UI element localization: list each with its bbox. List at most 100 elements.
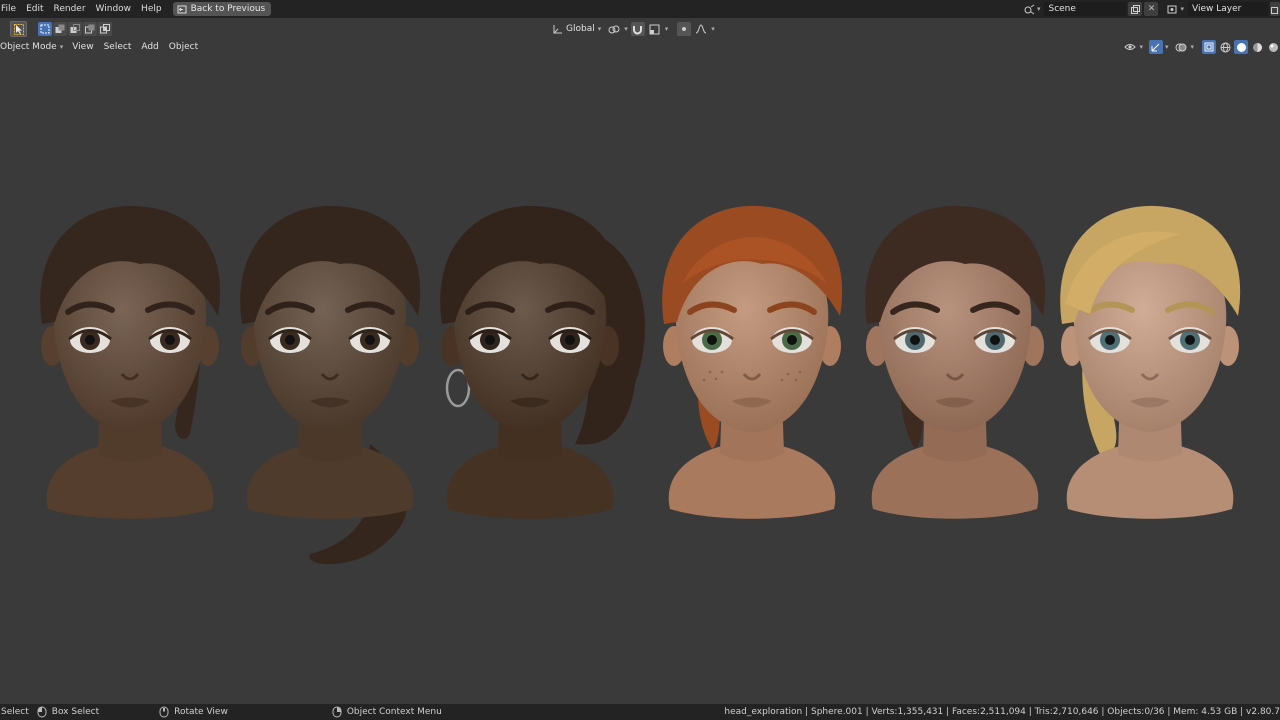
- select-subtract-icon: [70, 24, 80, 33]
- pivot-point-button[interactable]: [607, 22, 621, 36]
- menu-render[interactable]: Render: [49, 0, 91, 18]
- viewport-menu-add[interactable]: Add: [136, 42, 163, 52]
- xray-toggle-button[interactable]: [1202, 40, 1216, 54]
- right-pupil: [365, 335, 375, 345]
- subtract-selection-button[interactable]: [68, 22, 82, 36]
- head-2: [240, 205, 421, 565]
- status-box-select-label: Box Select: [51, 707, 100, 717]
- copy-icon: [1130, 4, 1140, 14]
- freckle: [780, 378, 784, 382]
- head-3: [440, 205, 645, 519]
- viewport-menu-view[interactable]: View: [67, 42, 98, 52]
- freckle: [798, 370, 802, 374]
- mode-label: Object Mode: [0, 42, 57, 52]
- magnet-icon: [633, 25, 643, 34]
- right-pupil: [990, 335, 1000, 345]
- snap-increment-icon: [649, 24, 660, 34]
- snap-toggle-button[interactable]: [630, 22, 645, 36]
- viewport-menu-select[interactable]: Select: [99, 42, 137, 52]
- wireframe-shading-button[interactable]: [1218, 40, 1232, 54]
- mouse-right-icon: [332, 706, 342, 718]
- menu-file[interactable]: File: [0, 0, 21, 18]
- object-mode-dropdown[interactable]: Object Mode ▾: [0, 42, 67, 52]
- cursor-arrow-icon: [13, 23, 24, 35]
- difference-selection-button[interactable]: [83, 22, 97, 36]
- status-bar: Select Box Select Rotate View Object Con…: [0, 704, 1280, 720]
- scene-statistics: head_exploration | Sphere.001 | Verts:1,…: [724, 707, 1280, 717]
- rendered-shading-button[interactable]: [1266, 40, 1280, 54]
- viewport-menu-object[interactable]: Object: [164, 42, 203, 52]
- back-icon: [177, 5, 187, 14]
- right-pupil: [565, 335, 575, 345]
- new-scene-button[interactable]: [1128, 2, 1143, 16]
- close-icon: ✕: [1147, 4, 1156, 14]
- scene-name-field[interactable]: Scene: [1044, 2, 1127, 16]
- tool-header: Global ▾ ▾ ▾ ▾: [0, 18, 1280, 40]
- new-view-layer-button[interactable]: [1270, 2, 1280, 16]
- freckle: [786, 372, 790, 376]
- left-pupil: [285, 335, 295, 345]
- chevron-down-icon: ▾: [597, 25, 602, 33]
- select-tool-button[interactable]: [10, 21, 27, 37]
- status-rotate-view: Rotate View: [159, 706, 228, 718]
- head-sculpts-canvas: [40, 205, 1241, 565]
- gizmo-chevron-icon: ▾: [1164, 43, 1169, 51]
- view-layer-chevron-icon: ▾: [1180, 5, 1184, 13]
- head-1: [40, 205, 221, 519]
- 3d-viewport[interactable]: [0, 54, 1280, 704]
- proportional-falloff-button[interactable]: [694, 22, 708, 36]
- overlays-button[interactable]: [1174, 40, 1188, 54]
- mouse-middle-icon: [159, 706, 169, 718]
- gizmo-toggle-button[interactable]: [1148, 40, 1163, 54]
- back-to-previous-label: Back to Previous: [190, 4, 266, 14]
- head-4: [662, 205, 843, 519]
- snap-chevron-icon: ▾: [664, 25, 669, 33]
- freckle: [702, 378, 706, 382]
- status-box-select: Box Select: [37, 706, 99, 718]
- menu-window[interactable]: Window: [91, 0, 137, 18]
- rendered-sphere-icon: [1268, 42, 1278, 52]
- scene-icon[interactable]: [1023, 2, 1037, 16]
- intersect-selection-button[interactable]: [98, 22, 112, 36]
- view-layer-field[interactable]: View Layer: [1188, 2, 1268, 16]
- freckle: [708, 370, 712, 374]
- overlay-circles-icon: [1175, 43, 1187, 51]
- head-6: [1060, 205, 1241, 519]
- view-layer-icon[interactable]: [1166, 2, 1180, 16]
- transform-orientation-dropdown[interactable]: Global ▾: [552, 24, 604, 35]
- material-shading-button[interactable]: [1250, 40, 1264, 54]
- delete-scene-button[interactable]: ✕: [1144, 2, 1159, 16]
- pivot-icon: [608, 25, 620, 33]
- proportional-edit-button[interactable]: [677, 22, 692, 36]
- orientation-label: Global: [566, 24, 595, 34]
- solid-shading-button[interactable]: [1234, 40, 1248, 54]
- select-intersect-icon: [100, 24, 110, 34]
- freckle: [720, 370, 724, 374]
- extend-selection-button[interactable]: [53, 22, 67, 36]
- menu-help[interactable]: Help: [136, 0, 167, 18]
- set-new-selection-button[interactable]: [38, 22, 52, 36]
- chevron-down-icon: ▾: [59, 43, 64, 51]
- menu-edit[interactable]: Edit: [21, 0, 48, 18]
- right-pupil: [1185, 335, 1195, 345]
- scene-view-layer-controls: ▾ Scene ✕ ▾ View Layer: [1023, 2, 1280, 16]
- orientation-axes-icon: [553, 24, 562, 33]
- overlays-chevron-icon: ▾: [1190, 43, 1194, 51]
- copy-icon: [1271, 6, 1278, 14]
- left-pupil: [1105, 335, 1115, 345]
- scene-chevron-icon: ▾: [1036, 5, 1041, 13]
- status-context-menu-label: Object Context Menu: [346, 707, 442, 717]
- material-sphere-icon: [1252, 42, 1262, 52]
- left-pupil: [910, 335, 920, 345]
- snap-target-button[interactable]: [648, 22, 662, 36]
- visibility-button[interactable]: [1123, 40, 1137, 54]
- top-menu-bar: File Edit Render Window Help Back to Pre…: [0, 0, 1280, 18]
- left-pupil: [85, 335, 95, 345]
- visibility-chevron-icon: ▾: [1139, 43, 1143, 51]
- left-pupil: [485, 335, 495, 345]
- select-extend-icon: [55, 24, 65, 33]
- status-select: Select: [1, 707, 29, 717]
- viewport-header: Object Mode ▾ View Select Add Object ▾ ▾…: [0, 40, 1280, 54]
- back-to-previous-button[interactable]: Back to Previous: [172, 2, 272, 16]
- eye-icon: [1124, 44, 1137, 50]
